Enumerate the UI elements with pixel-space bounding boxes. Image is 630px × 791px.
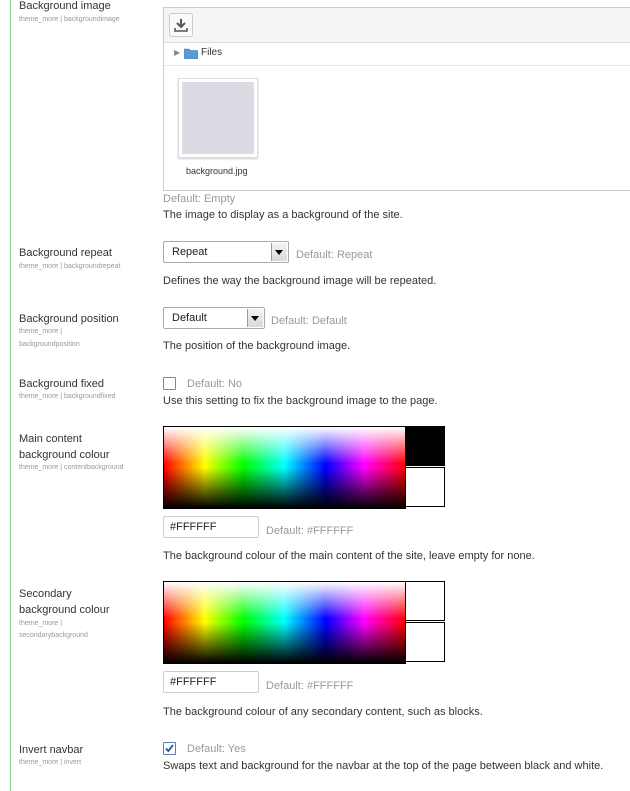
folder-icon [184, 48, 198, 59]
files-label[interactable]: Files [201, 47, 222, 58]
default-contentbackground: Default: #FFFFFF [266, 525, 354, 537]
section-border [10, 0, 11, 791]
checkmark-icon [165, 744, 174, 753]
expand-arrow-icon[interactable]: ▶ [174, 48, 180, 57]
chevron-down-icon [271, 243, 287, 261]
colour-picker-gradient[interactable] [163, 581, 406, 664]
colour-swatch-current [405, 426, 445, 466]
setting-key-contentbackground: theme_more | contentbackground [19, 464, 124, 471]
file-picker-path: ▶ Files [164, 43, 630, 66]
colour-picker-gradient[interactable] [163, 426, 406, 509]
backgroundrepeat-select-value: Repeat [172, 246, 208, 258]
image-preview [182, 82, 254, 154]
setting-label-secondarybackground: Secondary [19, 588, 72, 600]
backgroundrepeat-select[interactable]: Repeat [163, 241, 289, 263]
setting-key-backgroundposition-2: backgroundposition [19, 341, 80, 348]
setting-label-contentbackground-2: background colour [19, 449, 110, 461]
default-backgroundposition: Default: Default [271, 315, 347, 327]
file-picker: ▶ Files background.jpg [163, 7, 630, 191]
backgroundposition-select-value: Default [172, 312, 207, 324]
desc-backgroundposition: The position of the background image. [163, 340, 351, 352]
colour-swatch-preview [405, 622, 445, 662]
desc-backgroundfixed: Use this setting to fix the background i… [163, 395, 438, 407]
setting-label-backgroundposition: Background position [19, 313, 119, 325]
colour-swatch-preview [405, 467, 445, 507]
default-secondarybackground: Default: #FFFFFF [266, 680, 354, 692]
setting-label-backgroundrepeat: Background repeat [19, 247, 112, 259]
secondarybackground-hex-input[interactable]: #FFFFFF [163, 671, 259, 693]
setting-label-secondarybackground-2: background colour [19, 604, 110, 616]
desc-invertnavbar: Swaps text and background for the navbar… [163, 760, 604, 772]
contentbackground-hex-input[interactable]: #FFFFFF [163, 516, 259, 538]
setting-label-backgroundfixed: Background fixed [19, 378, 104, 390]
invertnavbar-checkbox[interactable] [163, 742, 176, 755]
setting-label-contentbackground: Main content [19, 433, 82, 445]
file-picker-toolbar [164, 8, 630, 43]
default-backgroundfixed: Default: No [187, 378, 243, 390]
setting-key-backgroundfixed: theme_more | backgroundfixed [19, 393, 116, 400]
default-invertnavbar: Default: Yes [187, 743, 246, 755]
setting-key-secondarybackground: theme_more | [19, 620, 63, 627]
desc-secondarybackground: The background colour of any secondary c… [163, 706, 483, 718]
setting-key-backgroundposition: theme_more | [19, 328, 63, 335]
colour-swatch-current [405, 581, 445, 621]
desc-backgroundimage: The image to display as a background of … [163, 209, 403, 221]
setting-key-backgroundimage: theme_more | backgroundimage [19, 16, 120, 23]
default-backgroundimage: Default: Empty [163, 193, 236, 205]
setting-key-invertnavbar: theme_more | invert [19, 759, 82, 766]
download-icon [174, 19, 188, 32]
file-thumbnail[interactable] [178, 78, 258, 158]
backgroundfixed-checkbox[interactable] [163, 377, 176, 390]
desc-backgroundrepeat: Defines the way the background image wil… [163, 275, 437, 287]
chevron-down-icon [247, 309, 263, 327]
backgroundposition-select[interactable]: Default [163, 307, 265, 329]
setting-key-secondarybackground-2: secondarybackground [19, 632, 88, 639]
contentbackground-hex-value: #FFFFFF [170, 521, 217, 533]
file-name[interactable]: background.jpg [186, 166, 248, 176]
setting-label-backgroundimage: Background image [19, 0, 111, 12]
secondarybackground-hex-value: #FFFFFF [170, 676, 217, 688]
setting-key-backgroundrepeat: theme_more | backgroundrepeat [19, 263, 121, 270]
setting-label-invertnavbar: Invert navbar [19, 744, 84, 756]
default-backgroundrepeat: Default: Repeat [296, 249, 373, 261]
desc-contentbackground: The background colour of the main conten… [163, 550, 535, 562]
download-button[interactable] [169, 13, 193, 37]
